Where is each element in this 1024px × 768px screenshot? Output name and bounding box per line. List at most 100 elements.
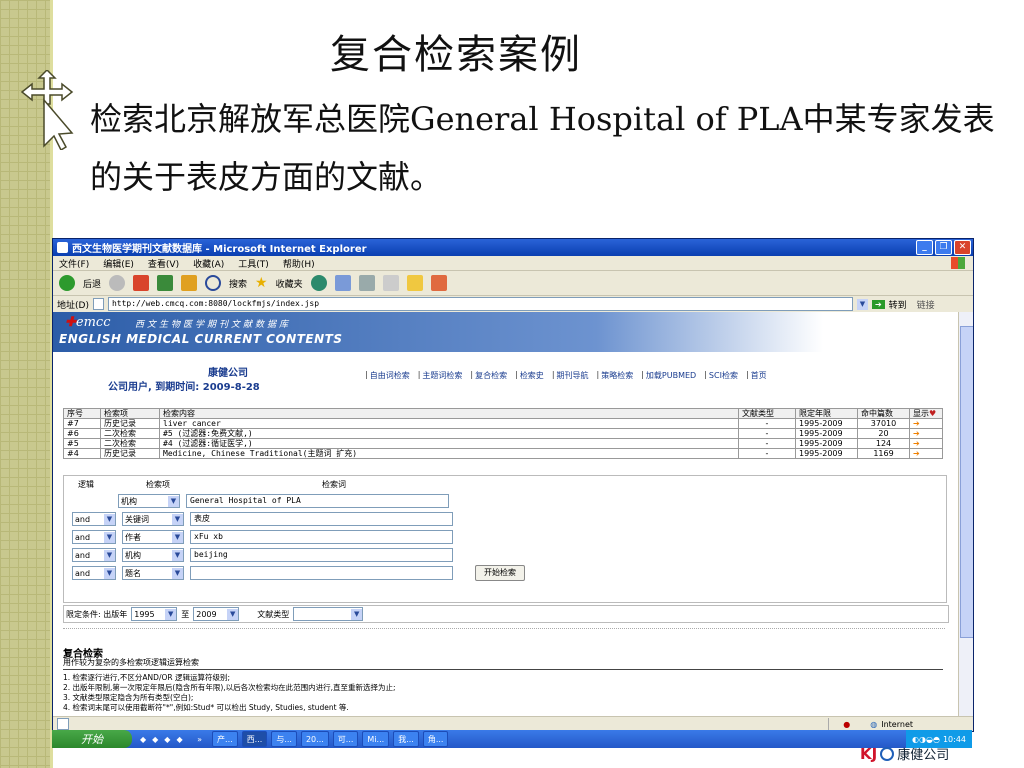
menu-favorites[interactable]: 收藏(A) (193, 257, 224, 270)
field-select-value: 机构 (121, 496, 137, 506)
logic-select[interactable]: and ▼ (72, 512, 116, 526)
menu-tools[interactable]: 工具(T) (238, 257, 269, 270)
taskbar-item[interactable]: Mi... (362, 731, 390, 747)
company-name: 康健公司 (208, 368, 248, 379)
nav-strategy-search[interactable]: 策略检索 (601, 370, 633, 381)
nav-sci-search[interactable]: SCI检索 (709, 370, 738, 381)
taskbar-item[interactable]: 可... (332, 731, 359, 747)
nav-home[interactable]: 首页 (751, 370, 767, 381)
taskbar-item[interactable]: 我... (393, 731, 419, 747)
term-input[interactable]: General Hospital of PLA (186, 494, 449, 508)
field-select-value: 作者 (125, 532, 141, 542)
tray-icons[interactable]: ◐◑◒◓ (912, 735, 940, 744)
go-arrow-icon[interactable]: ➔ (871, 299, 885, 309)
maximize-button[interactable]: ❐ (935, 240, 952, 255)
show-arrow-icon[interactable]: ➔ (909, 428, 943, 439)
lock-icon: ● (843, 719, 851, 729)
taskbar-item[interactable]: 20... (300, 731, 329, 747)
term-input[interactable]: xFu xb (190, 530, 453, 544)
forward-icon[interactable] (109, 275, 126, 291)
doc-type-select[interactable]: ▼ (293, 607, 364, 621)
field-select-value: 题名 (125, 568, 141, 578)
minimize-button[interactable]: _ (916, 240, 933, 255)
nav-compound-search[interactable]: 复合检索 (475, 370, 507, 381)
menu-view[interactable]: 查看(V) (148, 257, 179, 270)
messenger-icon[interactable] (430, 275, 447, 291)
stop-icon[interactable] (133, 275, 150, 291)
nav-pubmed[interactable]: 加载PUBMED (646, 370, 696, 381)
quicklaunch-icons[interactable]: ◆◆◆◆ » (140, 735, 208, 744)
favorites-star-icon[interactable]: ★ (255, 275, 268, 291)
show-arrow-icon[interactable]: ➔ (909, 438, 943, 449)
history-no: #4 (63, 448, 101, 459)
logic-select[interactable]: and ▼ (72, 566, 116, 580)
address-bar: 地址(D) http://web.cmcq.com:8080/lockfmjs/… (53, 296, 973, 313)
media-icon[interactable] (310, 275, 327, 291)
vertical-scrollbar[interactable] (958, 312, 973, 716)
cursor-move-icon (20, 70, 74, 150)
search-button[interactable]: 搜索 (229, 277, 247, 290)
nav-free-search[interactable]: 自由词检索 (370, 370, 410, 381)
show-arrow-icon[interactable]: ➔ (909, 448, 943, 459)
search-icon[interactable] (205, 275, 222, 291)
go-button[interactable]: 转到 (889, 298, 907, 311)
start-button[interactable]: 开始 (52, 730, 132, 748)
form-header-logic: 逻辑 (78, 480, 94, 489)
field-select[interactable]: 关键词 ▼ (122, 512, 184, 526)
help-item: 1. 检索逐行进行,不区分AND/OR 逻辑运算符级别; (63, 673, 230, 682)
edit-icon[interactable] (382, 275, 399, 291)
logic-select-value: and (75, 532, 91, 542)
term-input[interactable] (190, 566, 453, 580)
address-dropdown-icon[interactable]: ▼ (856, 298, 868, 310)
col-type: 文献类型 (738, 408, 796, 419)
term-input[interactable]: 表皮 (190, 512, 453, 526)
scrollbar-thumb[interactable] (960, 326, 973, 638)
nav-journal-guide[interactable]: 期刊导航 (557, 370, 589, 381)
mail-icon[interactable] (334, 275, 351, 291)
year-to-select[interactable]: 2009 ▼ (193, 607, 240, 621)
folder-icon[interactable] (406, 275, 423, 291)
start-search-button[interactable]: 开始检索 (475, 565, 525, 581)
show-arrow-icon[interactable]: ➔ (909, 418, 943, 429)
close-button[interactable]: ✕ (954, 240, 971, 255)
field-select[interactable]: 机构 ▼ (122, 548, 184, 562)
links-button[interactable]: 链接 (917, 298, 935, 311)
taskbar-item[interactable]: 角... (422, 731, 449, 747)
home-icon[interactable] (181, 275, 198, 291)
help-divider (63, 669, 943, 670)
back-icon[interactable] (59, 275, 75, 291)
year-from-select[interactable]: 1995 ▼ (131, 607, 178, 621)
field-select[interactable]: 题名 ▼ (122, 566, 184, 580)
field-select[interactable]: 机构 ▼ (118, 494, 180, 508)
favorites-button[interactable]: 收藏夹 (276, 277, 303, 290)
print-icon[interactable] (358, 275, 375, 291)
limit-label: 限定条件: 出版年 (66, 609, 128, 619)
taskbar-item[interactable]: 与... (271, 731, 297, 747)
site-logo: ✚emcc (65, 315, 111, 330)
logic-select[interactable]: and ▼ (72, 530, 116, 544)
address-label: 地址(D) (57, 300, 89, 311)
refresh-icon[interactable] (157, 275, 174, 291)
nav-search-history[interactable]: 检索史 (520, 370, 544, 381)
menu-edit[interactable]: 编辑(E) (103, 257, 134, 270)
page-status-icon (57, 718, 69, 730)
logo-letters: KJ (860, 744, 878, 763)
field-select[interactable]: 作者 ▼ (122, 530, 184, 544)
taskbar-item[interactable]: 西... (241, 731, 268, 747)
compound-search-form: 逻辑 检索项 检索词 机构 ▼ General Hospital of PLA a… (63, 475, 947, 603)
chevron-down-icon: ▼ (104, 531, 115, 543)
history-table: 序号 检索项 检索内容 文献类型 限定年限 命中篇数 显示♥ #7 历史记录 l… (63, 408, 943, 459)
menu-help[interactable]: 帮助(H) (283, 257, 315, 270)
zone-label: Internet (881, 719, 913, 729)
nav-subject-search[interactable]: 主题词检索 (422, 370, 462, 381)
field-select-value: 机构 (125, 550, 141, 560)
menu-file[interactable]: 文件(F) (59, 257, 89, 270)
logic-select[interactable]: and ▼ (72, 548, 116, 562)
site-logo-english: ENGLISH MEDICAL CURRENT CONTENTS (59, 332, 343, 346)
term-input[interactable]: beijing (190, 548, 453, 562)
back-button[interactable]: 后退 (83, 277, 101, 290)
chevron-down-icon: ▼ (172, 549, 183, 561)
browser-titlebar[interactable]: 西文生物医学期刊文献数据库 - Microsoft Internet Explo… (53, 239, 973, 256)
taskbar-item[interactable]: 产... (212, 731, 238, 747)
address-input[interactable]: http://web.cmcq.com:8080/lockfmjs/index.… (107, 297, 853, 311)
